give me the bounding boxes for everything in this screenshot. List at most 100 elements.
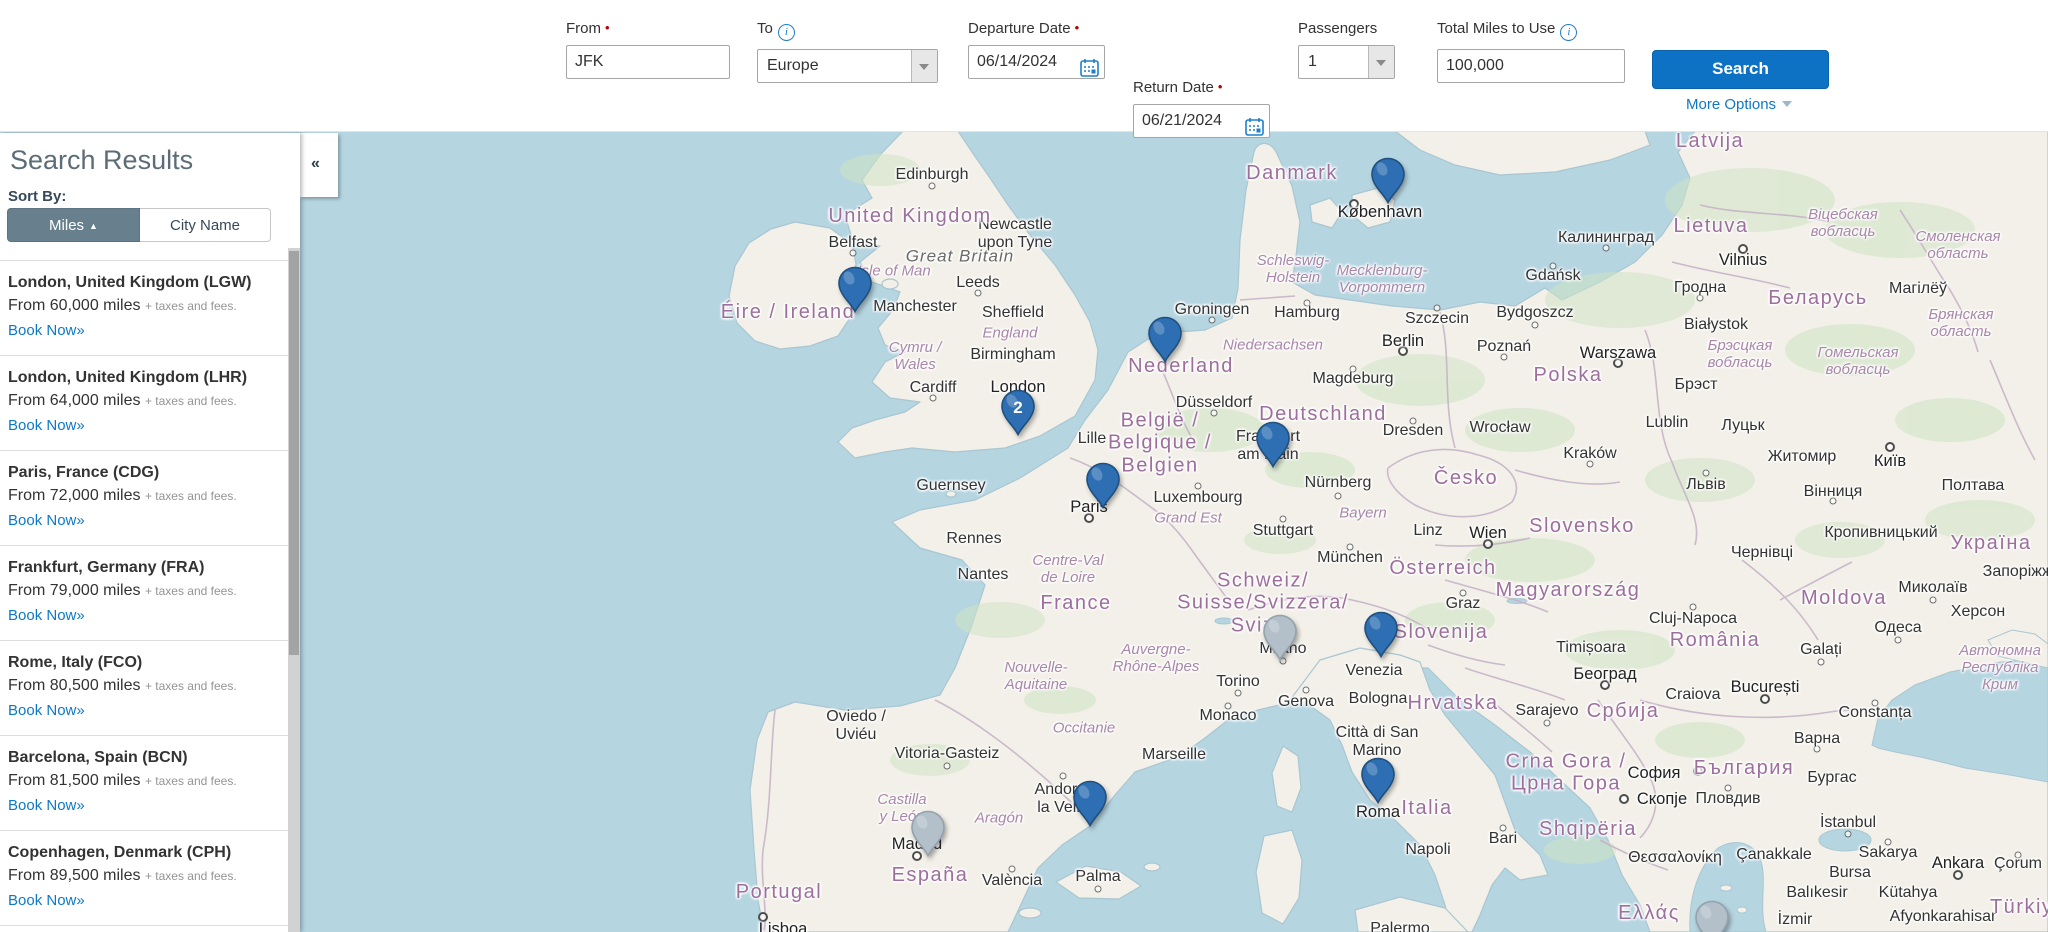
place-dot-icon (975, 290, 982, 297)
result-item: Copenhagen, Denmark (CPH) From 89,500 mi… (0, 830, 288, 925)
place-dot-icon (1872, 700, 1879, 707)
place-dot-icon (929, 183, 936, 190)
place-dot-icon (1544, 720, 1551, 727)
place-dot-icon (1895, 637, 1902, 644)
to-field-group: Toi Europe (757, 20, 938, 83)
result-item: Frankfurt, Germany (FRA) From 79,000 mil… (0, 545, 288, 640)
result-fees: + taxes and fees. (145, 394, 237, 408)
return-date-group: Return Date• (1133, 79, 1270, 138)
pin-milan[interactable] (1261, 613, 1299, 668)
pin-rome[interactable] (1359, 756, 1397, 811)
place-dot-icon (1725, 785, 1732, 792)
place-dot-icon (1693, 766, 1703, 776)
sort-asc-icon: ▲ (89, 221, 98, 231)
place-dot-icon (1532, 322, 1539, 329)
book-now-link[interactable]: Book Now» (8, 892, 85, 909)
result-city: Frankfurt, Germany (FRA) (8, 559, 284, 577)
departure-date-group: Departure Date• (968, 20, 1105, 79)
result-fees: + taxes and fees. (145, 869, 237, 883)
place-dot-icon (1304, 300, 1311, 307)
place-dot-icon (1738, 244, 1748, 254)
results-scrollbar-thumb[interactable] (289, 251, 299, 655)
result-city: London, United Kingdom (LGW) (8, 274, 284, 292)
place-dot-icon (758, 912, 768, 922)
pin-madrid[interactable] (909, 809, 947, 864)
result-miles: From 80,500 miles + taxes and fees. (8, 677, 284, 695)
total-miles-input[interactable] (1437, 49, 1625, 83)
place-dot-icon (1603, 245, 1610, 252)
result-miles: From 89,500 miles + taxes and fees. (8, 867, 284, 885)
passengers-group: Passengers 1 (1298, 20, 1395, 79)
return-date-label: Return Date• (1133, 79, 1270, 96)
book-now-link[interactable]: Book Now» (8, 512, 85, 529)
place-dot-icon (1211, 410, 1218, 417)
chevron-down-icon (1782, 101, 1792, 112)
pin-copenhagen[interactable] (1369, 156, 1407, 211)
required-marker: • (1075, 20, 1080, 35)
results-scrollbar-track[interactable] (288, 248, 300, 932)
place-dot-icon (1953, 870, 1963, 880)
book-now-link[interactable]: Book Now» (8, 702, 85, 719)
place-dot-icon (1009, 866, 1016, 873)
result-item: London, United Kingdom (LGW) From 60,000… (0, 260, 288, 355)
place-dot-icon (1235, 690, 1242, 697)
place-dot-icon (1587, 461, 1594, 468)
place-dot-icon (1697, 295, 1704, 302)
place-dot-icon (1760, 694, 1770, 704)
info-icon[interactable]: i (778, 24, 795, 41)
place-dot-icon (1619, 794, 1629, 804)
pin-barcelona[interactable] (1071, 779, 1109, 834)
search-results-panel: Search Results Sort By: Miles▲ City Name… (0, 133, 300, 932)
sort-miles-button[interactable]: Miles▲ (7, 208, 140, 242)
to-select[interactable]: Europe (757, 49, 938, 83)
place-dot-icon (1209, 317, 1216, 324)
chevron-down-icon[interactable] (911, 50, 937, 82)
place-dot-icon (944, 763, 951, 770)
pin-dublin[interactable] (836, 265, 874, 320)
place-dot-icon (1550, 263, 1557, 270)
book-now-link[interactable]: Book Now» (8, 322, 85, 339)
passengers-select[interactable]: 1 (1298, 45, 1395, 79)
info-icon[interactable]: i (1560, 24, 1577, 41)
place-dot-icon (1600, 680, 1610, 690)
total-miles-group: Total Miles to Usei (1437, 20, 1625, 83)
book-now-link[interactable]: Book Now» (8, 417, 85, 434)
panel-title: Search Results (10, 145, 193, 176)
pin-frankfurt[interactable] (1254, 420, 1292, 475)
place-dot-icon (1845, 831, 1852, 838)
pin-athens[interactable] (1693, 899, 1731, 932)
flight-search-bar: From• Toi Europe Departure Date• Return … (0, 0, 2048, 132)
pin-venice[interactable] (1362, 610, 1400, 665)
sort-city-name-button[interactable]: City Name (140, 208, 271, 242)
results-list: London, United Kingdom (LGW) From 60,000… (0, 260, 288, 932)
sort-by-label: Sort By: (8, 188, 66, 205)
map-canvas[interactable]: EdinburghNewcastleupon TyneBelfastLeedsM… (0, 131, 2048, 932)
pin-london-cluster[interactable]: 2 (999, 388, 1037, 443)
calendar-icon[interactable] (1245, 117, 1264, 136)
chevron-down-icon[interactable] (1368, 46, 1394, 78)
calendar-icon[interactable] (1080, 58, 1099, 77)
place-dot-icon (1501, 354, 1508, 361)
place-dot-icon (1335, 493, 1342, 500)
result-fees: + taxes and fees. (145, 679, 237, 693)
place-dot-icon (1434, 305, 1441, 312)
svg-text:2: 2 (1013, 398, 1022, 417)
pin-paris[interactable] (1084, 461, 1122, 516)
book-now-link[interactable]: Book Now» (8, 797, 85, 814)
result-miles: From 72,000 miles + taxes and fees. (8, 487, 284, 505)
book-now-link[interactable]: Book Now» (8, 607, 85, 624)
place-dot-icon (1280, 516, 1287, 523)
result-fees: + taxes and fees. (145, 774, 237, 788)
place-dot-icon (1830, 498, 1837, 505)
place-dot-icon (1195, 483, 1202, 490)
pin-amsterdam[interactable] (1146, 315, 1184, 370)
from-field-group: From• (566, 20, 730, 79)
from-input[interactable] (566, 45, 730, 79)
to-label: Toi (757, 20, 938, 41)
more-options-link[interactable]: More Options (1686, 96, 1792, 113)
from-label: From• (566, 20, 730, 37)
panel-collapse-button[interactable]: « (300, 133, 338, 197)
place-dot-icon (1460, 590, 1467, 597)
result-item: London, United Kingdom (LHR) From 64,000… (0, 355, 288, 450)
search-button[interactable]: Search (1652, 50, 1829, 89)
